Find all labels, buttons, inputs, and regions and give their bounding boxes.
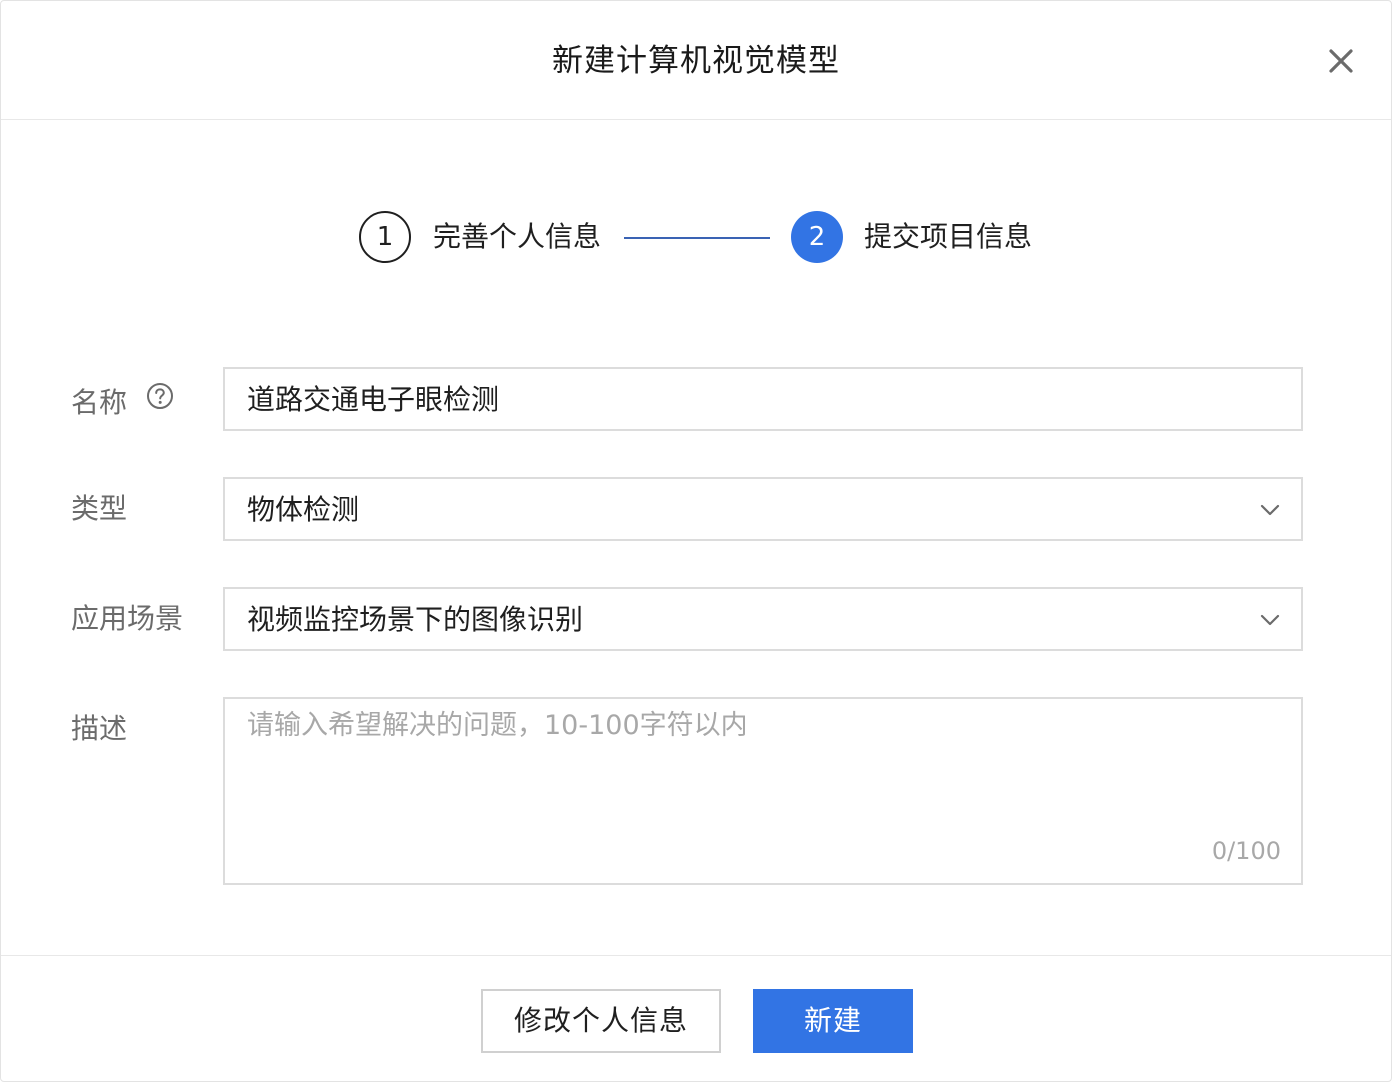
name-input[interactable]: 道路交通电子眼检测 <box>223 367 1303 431</box>
dialog-footer: 修改个人信息 新建 <box>1 955 1391 1082</box>
description-label: 描述 <box>71 712 128 745</box>
chevron-down-icon <box>1260 504 1280 516</box>
scenario-select-value: 视频监控场景下的图像识别 <box>247 603 584 636</box>
new-cv-model-dialog: 新建计算机视觉模型 1 完善个人信息 2 提交项目信息 名称 道路交通电子眼检测… <box>0 0 1392 1082</box>
close-button[interactable] <box>1323 43 1359 79</box>
question-circle-icon[interactable] <box>146 381 174 421</box>
step-connector-line <box>624 237 770 239</box>
scenario-label: 应用场景 <box>71 602 184 635</box>
steps-indicator: 1 完善个人信息 2 提交项目信息 <box>1 211 1391 267</box>
name-label-row: 名称 <box>71 383 174 423</box>
step-2-label: 提交项目信息 <box>864 220 1033 253</box>
step-2-circle: 2 <box>791 211 843 263</box>
character-counter: 0/100 <box>1211 837 1281 865</box>
step-1-circle: 1 <box>359 211 411 263</box>
scenario-select[interactable]: 视频监控场景下的图像识别 <box>223 587 1303 651</box>
description-textarea[interactable]: 请输入希望解决的问题，10-100字符以内 0/100 <box>223 697 1303 885</box>
description-placeholder: 请输入希望解决的问题，10-100字符以内 <box>247 710 748 741</box>
close-icon <box>1329 49 1353 73</box>
create-button[interactable]: 新建 <box>753 989 913 1053</box>
name-input-value: 道路交通电子眼检测 <box>247 383 500 416</box>
chevron-down-icon <box>1260 614 1280 626</box>
edit-personal-info-button[interactable]: 修改个人信息 <box>481 989 721 1053</box>
step-1-label: 完善个人信息 <box>433 220 602 253</box>
type-label: 类型 <box>71 492 128 525</box>
type-select[interactable]: 物体检测 <box>223 477 1303 541</box>
name-label: 名称 <box>71 386 128 419</box>
type-select-value: 物体检测 <box>247 493 360 526</box>
dialog-header: 新建计算机视觉模型 <box>1 1 1391 120</box>
dialog-title: 新建计算机视觉模型 <box>552 43 840 79</box>
